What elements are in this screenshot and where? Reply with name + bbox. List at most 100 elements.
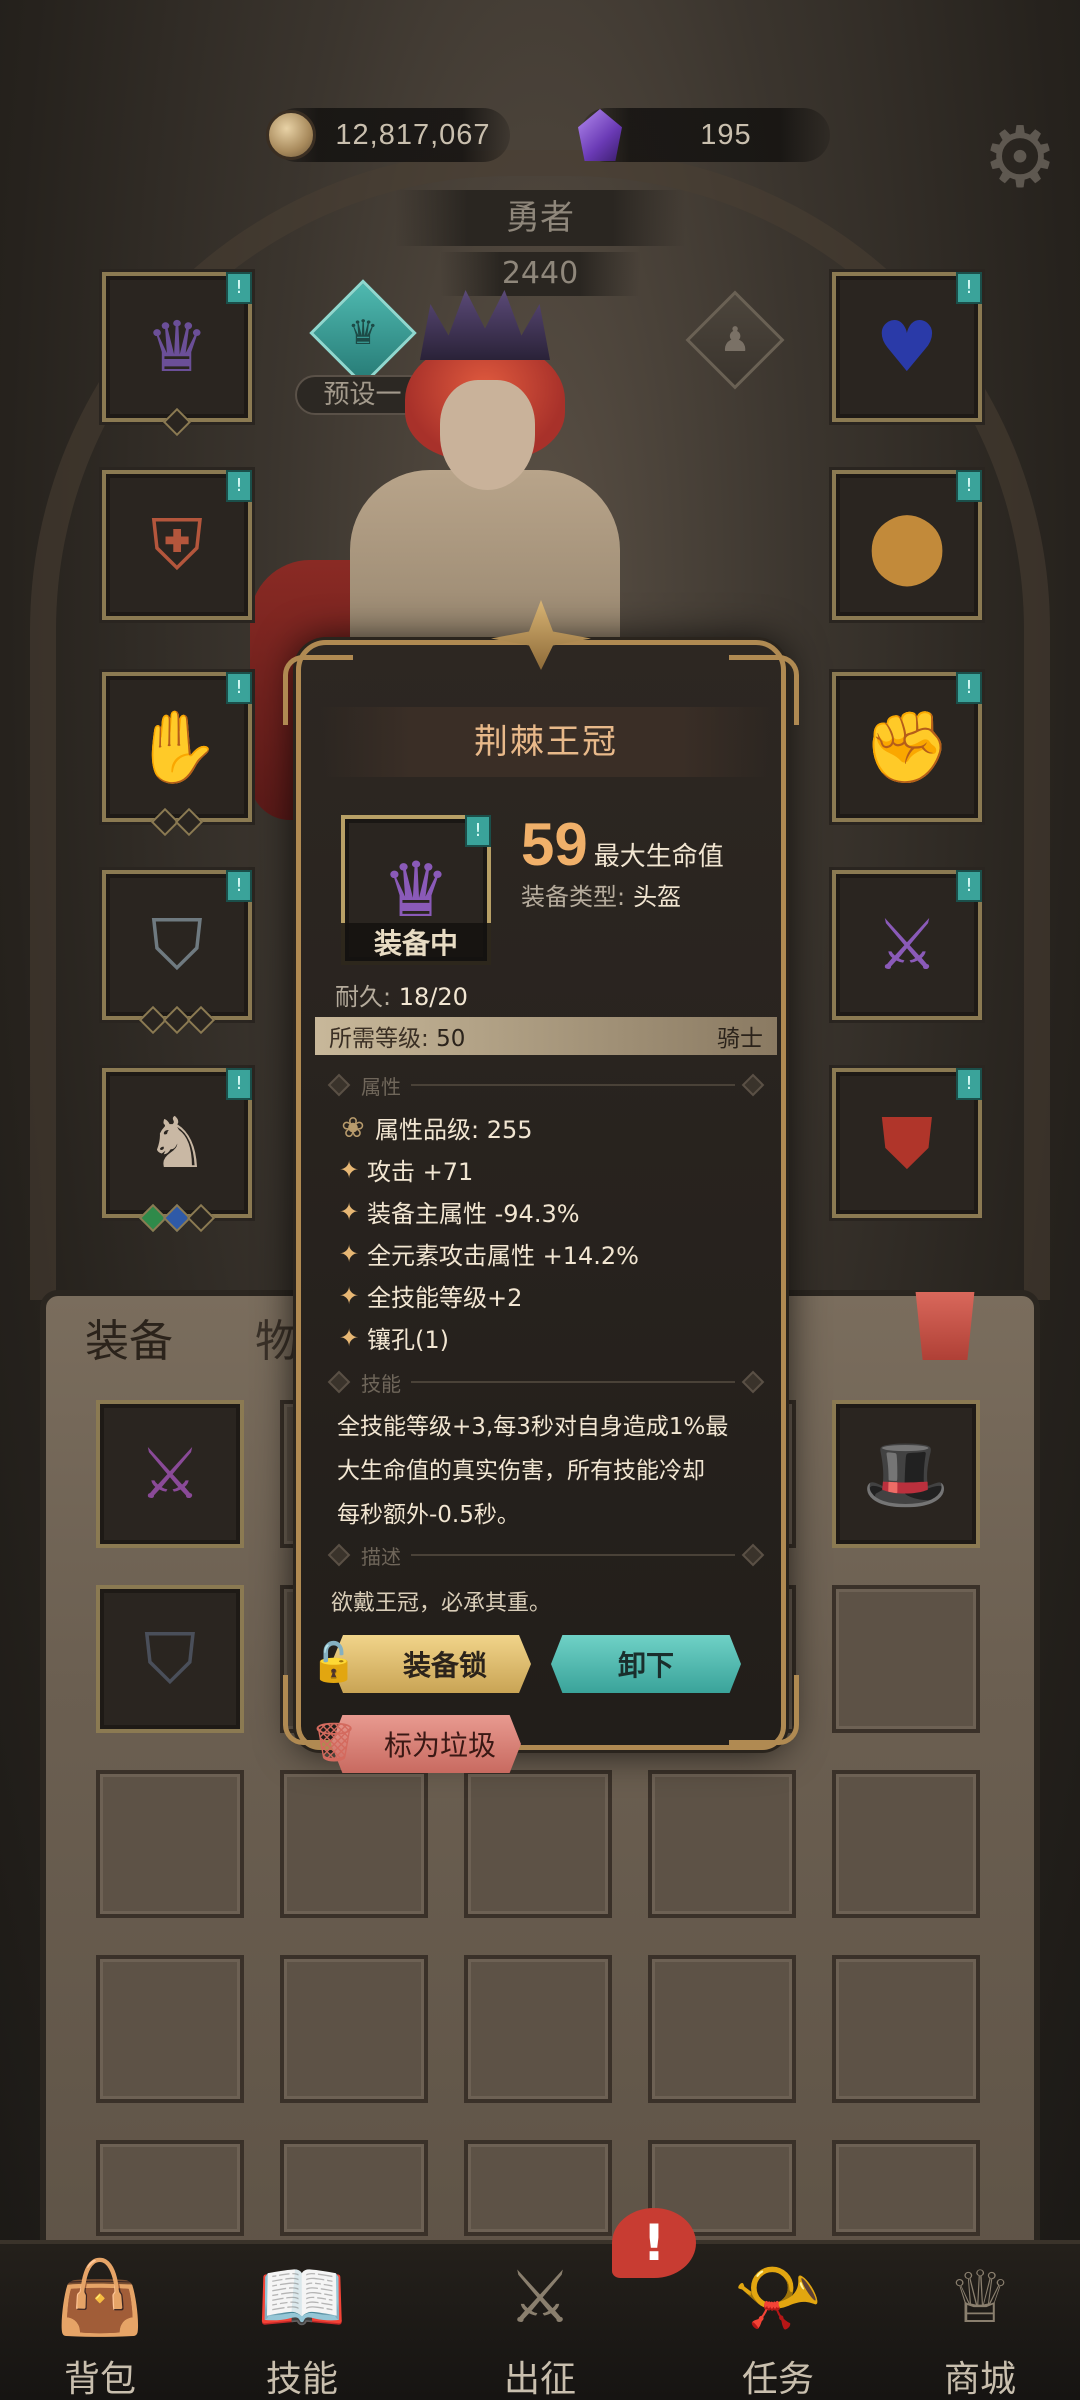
diamond-ornament-icon xyxy=(327,1073,351,1097)
main-stat-value: 59 xyxy=(521,811,588,878)
lock-tag-icon: ! xyxy=(226,470,252,502)
divider xyxy=(411,1381,735,1383)
nav-quests[interactable]: 📯 任务 xyxy=(698,2244,858,2400)
skill-line: 大生命值的真实伤害，所有技能冷却 xyxy=(337,1458,705,1484)
attribute-row: ✦ 全元素攻击属性 +14.2% xyxy=(331,1236,639,1271)
boots-icon: ♞ xyxy=(145,1102,209,1184)
divider xyxy=(411,1554,735,1556)
hero-class-title: 勇者 xyxy=(395,190,685,246)
gem-counter: 195 xyxy=(578,108,830,162)
lock-tag-icon: ! xyxy=(956,870,982,902)
lock-tag-icon: ! xyxy=(226,672,252,704)
item-name-title: 荆棘王冠 xyxy=(321,707,771,777)
inventory-cell[interactable] xyxy=(96,1955,244,2103)
socket-gems xyxy=(150,807,204,837)
inventory-cell[interactable] xyxy=(648,1770,796,1918)
nav-expedition[interactable]: ⚔ 出征 xyxy=(460,2244,620,2400)
attribute-text: 镶孔(1) xyxy=(367,1326,449,1354)
hero-crown xyxy=(420,290,550,360)
trash-bin-icon: 🗑 xyxy=(309,1720,359,1764)
inventory-cell[interactable] xyxy=(464,2140,612,2236)
currency-bar: 12,817,067 195 xyxy=(0,100,1080,170)
shield-icon: ⛊ xyxy=(880,1102,934,1184)
section-header-attributes: 属性 xyxy=(327,1070,765,1100)
socket-gems xyxy=(162,407,192,437)
unequip-button[interactable]: 卸下 xyxy=(551,1635,741,1693)
inventory-cell[interactable] xyxy=(832,1955,980,2103)
alert-badge-icon[interactable]: ! xyxy=(612,2208,696,2278)
inventory-cell[interactable] xyxy=(832,1585,980,1733)
equip-slot-chest[interactable]: ⛨ ! xyxy=(102,470,252,620)
socket-gems xyxy=(138,1005,216,1035)
durability-key: 耐久: xyxy=(335,983,392,1011)
star-icon: ✦ xyxy=(338,1239,360,1268)
diamond-ornament-icon xyxy=(327,1543,351,1567)
equip-slot-bracer[interactable]: ✊ ! xyxy=(832,672,982,822)
inventory-cell[interactable] xyxy=(464,1955,612,2103)
nav-backpack[interactable]: 👜 背包 xyxy=(20,2244,180,2400)
equip-slot-weapon[interactable]: ⚔ ! xyxy=(832,870,982,1020)
equip-slot-gloves[interactable]: ✋ ! xyxy=(102,672,252,837)
inventory-cell[interactable] xyxy=(96,1770,244,1918)
inventory-cell[interactable] xyxy=(96,2140,244,2236)
equip-slot-helmet[interactable]: ♛ ! xyxy=(102,272,252,437)
lock-tag-icon: ! xyxy=(956,1068,982,1100)
equipment-type-key: 装备类型: xyxy=(521,883,626,911)
equip-slot-offhand[interactable]: ⛊ ! xyxy=(832,1068,982,1218)
diamond-ornament-icon xyxy=(741,1543,765,1567)
inventory-cell[interactable] xyxy=(280,2140,428,2236)
heart-amulet-icon: ♥ xyxy=(875,306,939,388)
equipment-lock-button[interactable]: 装备锁 xyxy=(331,1635,531,1693)
required-class: 骑士 xyxy=(717,1026,763,1052)
purple-gem-icon xyxy=(578,109,622,161)
inventory-item-dark-hat[interactable]: 🎩 xyxy=(832,1400,980,1548)
lock-tag-icon: ! xyxy=(465,815,491,847)
attribute-quality-row: ❀ 属性品级: 255 xyxy=(331,1110,532,1145)
nav-skills[interactable]: 📖 技能 xyxy=(222,2244,382,2400)
fist-gauntlet-icon: ✊ xyxy=(863,706,951,788)
skill-line: 全技能等级+3,每3秒对自身造成1%最 xyxy=(337,1414,729,1440)
nav-label: 技能 xyxy=(265,2359,338,2400)
main-stat-name: 最大生命值 xyxy=(593,842,724,872)
inventory-cell[interactable] xyxy=(648,1955,796,2103)
attribute-row: ✦ 攻击 +71 xyxy=(331,1152,473,1187)
required-level-bar: 所需等级: 50 骑士 xyxy=(315,1017,777,1055)
equip-slot-shoulder[interactable]: ⬤ ! xyxy=(832,470,982,620)
inventory-cell[interactable] xyxy=(280,1955,428,2103)
equip-slot-legs[interactable]: ⛉ ! xyxy=(102,870,252,1035)
bottom-navigation: 👜 背包 📖 技能 ⚔ 出征 📯 任务 ♕ 商城 xyxy=(0,2240,1080,2400)
durability: 耐久: 18/20 xyxy=(335,977,468,1012)
lock-tag-icon: ! xyxy=(956,672,982,704)
inventory-cell[interactable] xyxy=(280,1770,428,1918)
sword-map-icon: ⚔ xyxy=(507,2255,573,2339)
settings-gear-icon[interactable]: ⚙ xyxy=(978,115,1062,199)
durability-value: 18/20 xyxy=(398,983,468,1011)
section-label: 技能 xyxy=(361,1371,401,1396)
nav-label: 任务 xyxy=(741,2359,814,2400)
button-label: 卸下 xyxy=(617,1649,674,1682)
divider xyxy=(411,1084,735,1086)
nav-shop[interactable]: ♕ 商城 xyxy=(900,2244,1060,2400)
inventory-item-iron-greaves[interactable]: ⛉ xyxy=(96,1585,244,1733)
inventory-cell[interactable] xyxy=(464,1770,612,1918)
nav-label: 商城 xyxy=(943,2359,1016,2400)
required-level: 所需等级: 50 xyxy=(329,1019,465,1053)
equip-slot-amulet[interactable]: ♥ ! xyxy=(832,272,982,422)
section-header-skill: 技能 xyxy=(327,1367,765,1397)
inventory-cell[interactable] xyxy=(832,2140,980,2236)
equip-slot-boots[interactable]: ♞ ! xyxy=(102,1068,252,1233)
lock-tag-icon: ! xyxy=(226,272,252,304)
tab-equipment[interactable]: 装备 xyxy=(85,1305,173,1369)
diamond-ornament-icon xyxy=(741,1370,765,1394)
star-icon: ✦ xyxy=(338,1155,360,1184)
gem-value: 195 xyxy=(700,118,752,151)
star-icon: ✦ xyxy=(338,1281,360,1310)
inventory-cell[interactable] xyxy=(832,1770,980,1918)
required-level-value: 50 xyxy=(436,1026,466,1052)
inventory-item-purple-dagger[interactable]: ⚔ xyxy=(96,1400,244,1548)
attribute-row: ✦ 镶孔(1) xyxy=(331,1320,449,1355)
attribute-text: 攻击 +71 xyxy=(367,1158,474,1186)
mark-as-junk-button[interactable]: 标为垃圾 xyxy=(331,1715,521,1773)
hero-face xyxy=(440,380,535,490)
item-detail-popup: 荆棘王冠 ♛ ! 装备中 59 最大生命值 装备类型: 头盔 耐久: 18/20 … xyxy=(283,600,799,1775)
